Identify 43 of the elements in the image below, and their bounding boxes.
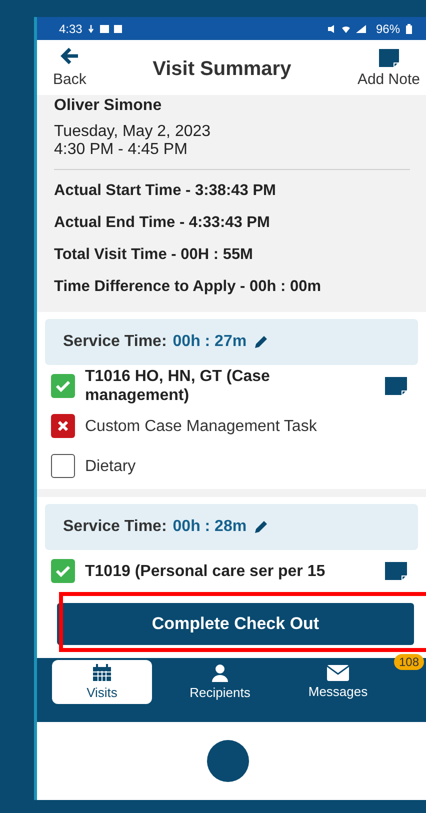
- service-time-value: 00h : 28m: [172, 518, 247, 536]
- service-time-label: Service Time:: [63, 333, 167, 351]
- unread-count: 108: [394, 654, 424, 670]
- check-icon: [55, 565, 71, 577]
- mail-icon: [327, 665, 349, 681]
- task-checkbox[interactable]: [51, 454, 75, 478]
- nav-tab[interactable]: Messages: [288, 660, 388, 704]
- summary-line: Actual Start Time - 3:38:43 PM: [54, 182, 277, 201]
- note-icon[interactable]: [384, 376, 408, 396]
- service-time-label: Service Time:: [63, 518, 167, 536]
- check-icon: [55, 380, 71, 392]
- battery-icon: [406, 24, 412, 34]
- visit-date: Tuesday, May 2, 2023: [54, 123, 212, 141]
- cross-icon: [57, 420, 69, 432]
- task-label: T1019 (Personal care ser per 15: [85, 562, 326, 580]
- note-icon[interactable]: [384, 561, 408, 581]
- back-button[interactable]: Back: [53, 47, 86, 88]
- summary-line: Actual End Time - 4:33:43 PM: [54, 214, 271, 233]
- task-checkbox[interactable]: [51, 374, 75, 398]
- note-icon: [378, 48, 400, 68]
- task-checkbox[interactable]: [51, 414, 75, 438]
- task-label: Dietary: [85, 456, 137, 476]
- nav-tab[interactable]: Recipients: [170, 660, 270, 704]
- status-time: 4:33: [59, 22, 82, 36]
- edit-icon[interactable]: [252, 334, 269, 350]
- back-arrow-icon: [60, 47, 80, 65]
- summary-line: Time Difference to Apply - 00h : 00m: [54, 278, 322, 297]
- task-label: Custom Case Management Task: [85, 416, 318, 436]
- edit-icon[interactable]: [252, 519, 269, 535]
- person-icon: [211, 664, 229, 682]
- complete-check-out-button[interactable]: Complete Check Out: [57, 603, 414, 645]
- add-note-button[interactable]: Add Note: [357, 48, 420, 88]
- home-button[interactable]: [206, 740, 248, 782]
- summary-line: Total Visit Time - 00H : 55M: [54, 246, 254, 265]
- calendar-icon: [92, 664, 112, 682]
- recipient-name: Oliver Simone: [54, 97, 163, 115]
- nav-tab[interactable]: Visits: [52, 660, 152, 704]
- battery-level: 96%: [376, 22, 400, 36]
- screen-title: Visit Summary: [152, 57, 292, 81]
- service-time-value: 00h : 27m: [172, 333, 247, 351]
- task-label: T1016 HO, HN, GT (Case management): [85, 367, 271, 405]
- task-checkbox[interactable]: [51, 559, 75, 583]
- visit-time-range: 4:30 PM - 4:45 PM: [54, 141, 188, 159]
